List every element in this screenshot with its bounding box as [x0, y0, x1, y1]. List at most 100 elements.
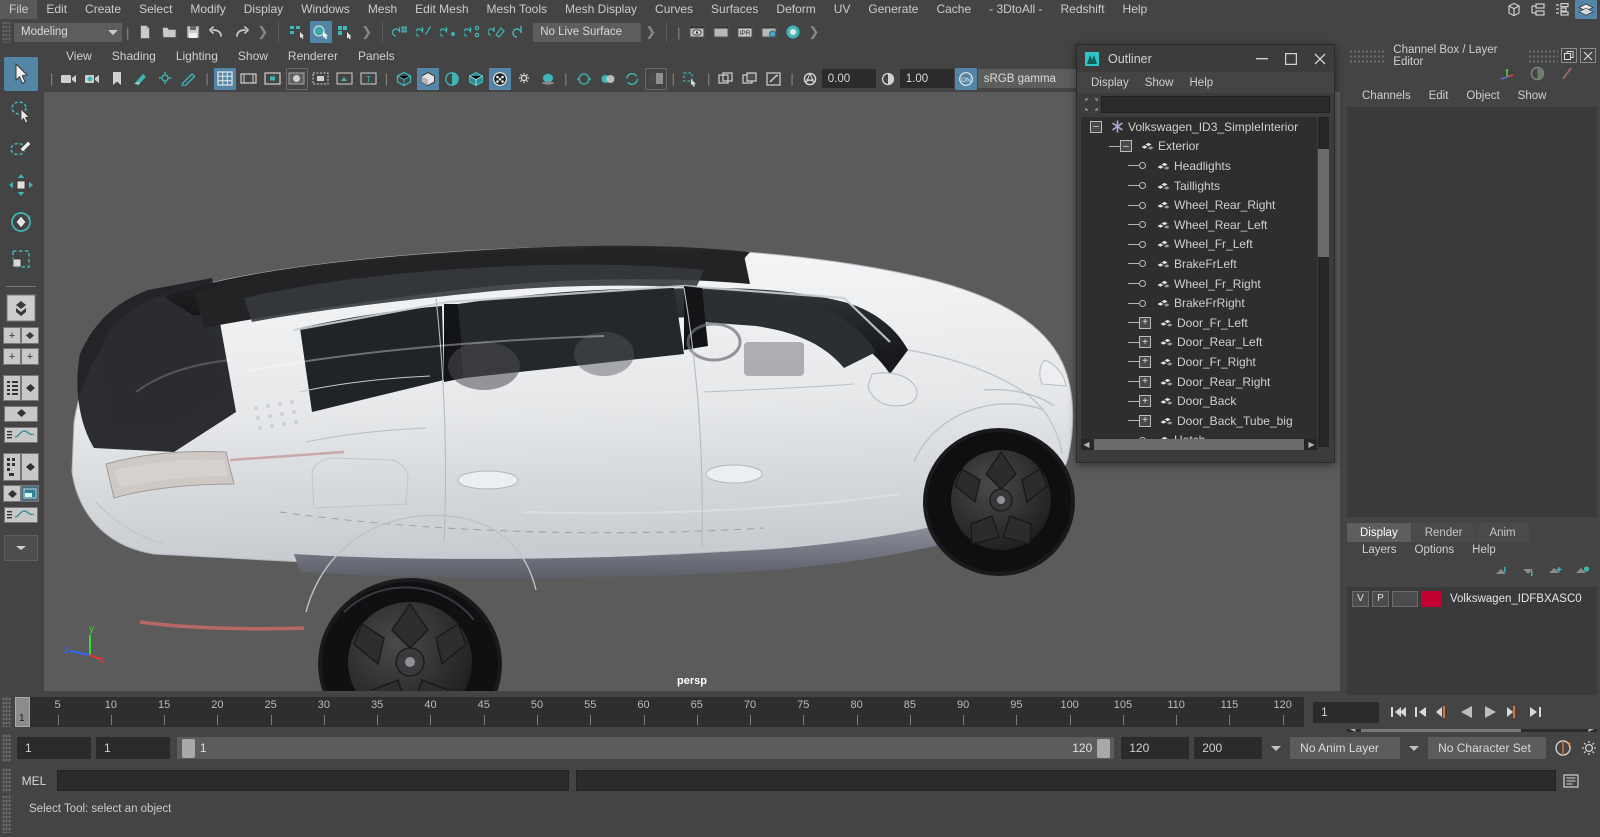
layer-menu-help[interactable]: Help [1463, 544, 1505, 556]
menu-mesh-tools[interactable]: Mesh Tools [478, 0, 556, 19]
snap-to-curve-icon[interactable] [414, 21, 436, 43]
image-plane-icon[interactable] [130, 68, 152, 90]
command-input[interactable] [57, 770, 569, 791]
outliner-item-brakefrright[interactable]: BrakeFrRight [1081, 293, 1317, 313]
menu-help[interactable]: Help [1114, 0, 1157, 19]
menu-surfaces[interactable]: Surfaces [702, 0, 767, 19]
exposure-icon[interactable] [763, 68, 785, 90]
anim-end-time-field[interactable]: 200 [1194, 737, 1263, 759]
snap-to-view-plane-icon[interactable] [510, 21, 532, 43]
render-view-icon[interactable] [686, 21, 708, 43]
snap-to-grid-icon[interactable] [390, 21, 412, 43]
two-d-pan-zoom-icon[interactable] [154, 68, 176, 90]
command-output[interactable] [576, 770, 1556, 791]
menu-redshift[interactable]: Redshift [1052, 0, 1114, 19]
outliner-menu-display[interactable]: Display [1083, 77, 1137, 89]
layer-menu-layers[interactable]: Layers [1353, 544, 1406, 556]
channel-menu-channels[interactable]: Channels [1353, 90, 1420, 102]
safe-action-icon[interactable] [334, 68, 356, 90]
new-scene-icon[interactable] [134, 21, 156, 43]
expand-toggle-icon[interactable]: + [1139, 355, 1151, 368]
exposure-value-field[interactable]: 0.00 [821, 69, 876, 88]
more-layouts-button[interactable] [4, 535, 38, 561]
graph-editor-layout[interactable] [4, 426, 38, 443]
menu-3dtoall[interactable]: - 3DtoAll - [980, 0, 1051, 19]
menu-file[interactable]: File [0, 0, 38, 19]
gate-mask-icon[interactable] [285, 67, 308, 90]
graph-editor-layout-2[interactable] [4, 506, 38, 523]
viewport-menu-renderer[interactable]: Renderer [278, 49, 348, 63]
tree-leaf-node-icon[interactable] [1139, 162, 1146, 170]
time-slider-drag-handle[interactable] [2, 697, 11, 727]
make-live-icon[interactable] [486, 21, 508, 43]
layer-row[interactable]: V P Volkswagen_IDFBXASC0 [1347, 590, 1597, 607]
color-management-toggle-icon[interactable]: ON [954, 67, 977, 90]
move-layer-down-icon[interactable] [1520, 565, 1536, 583]
outliner-item-exterior[interactable]: – Exterior [1081, 137, 1317, 157]
menu-uv[interactable]: UV [825, 0, 860, 19]
collapse-toggle-icon[interactable]: – [1120, 140, 1132, 153]
step-back-frame-icon[interactable] [1410, 700, 1432, 724]
viewport-menu-lighting[interactable]: Lighting [166, 49, 228, 63]
viewport-menu-panels[interactable]: Panels [348, 49, 405, 63]
character-set-chevron-down-icon[interactable] [1409, 745, 1420, 751]
layer-visibility-toggle[interactable]: V [1352, 590, 1369, 607]
outliner-tree[interactable]: – Volkswagen_ID3_SimpleInterior – Exterior H… [1081, 117, 1317, 447]
new-layer-icon[interactable] [1547, 565, 1563, 583]
channel-box-content[interactable] [1347, 107, 1597, 517]
select-by-object-type-icon[interactable] [310, 21, 333, 43]
playback-range-slider[interactable]: 1 120 [176, 737, 1115, 759]
scale-tool[interactable] [4, 242, 38, 276]
collapse-toggle-icon[interactable]: – [1090, 120, 1102, 133]
paint-select-tool[interactable] [4, 131, 38, 165]
ambient-occlusion-icon[interactable] [537, 68, 559, 90]
maximize-button[interactable] [1276, 46, 1305, 71]
outliner-item-door_fr_right[interactable]: + Door_Fr_Right [1081, 352, 1317, 372]
persp-graph-layout[interactable] [4, 405, 38, 422]
shaded-wireframe-icon[interactable] [441, 68, 463, 90]
persp-outliner-layout[interactable] [3, 485, 39, 502]
outliner-item-wheel_fr_left[interactable]: Wheel_Fr_Left [1081, 235, 1317, 255]
select-by-hierarchy-icon[interactable] [286, 21, 308, 43]
tree-leaf-node-icon[interactable] [1139, 201, 1146, 209]
menu-select[interactable]: Select [130, 0, 181, 19]
outliner-vertical-scrollbar[interactable] [1318, 117, 1329, 447]
viewport-menu-shading[interactable]: Shading [102, 49, 166, 63]
close-button[interactable] [1580, 48, 1596, 63]
outliner-item-brakefrleft[interactable]: BrakeFrLeft [1081, 254, 1317, 274]
use-all-lights-icon[interactable] [489, 67, 512, 90]
move-layer-up-icon[interactable] [1493, 565, 1509, 583]
scroll-right-icon[interactable]: ▶ [1306, 440, 1317, 449]
tab-display[interactable]: Display [1347, 523, 1411, 542]
layer-color-swatch[interactable] [1421, 590, 1441, 607]
scroll-left-icon[interactable]: ◀ [1081, 440, 1092, 449]
motion-blur-icon[interactable] [573, 68, 595, 90]
outliner-menu-help[interactable]: Help [1182, 77, 1222, 89]
right-panel-drag-handle[interactable] [1349, 48, 1385, 63]
channel-menu-object[interactable]: Object [1457, 90, 1508, 102]
tree-leaf-node-icon[interactable] [1139, 240, 1146, 248]
menu-cache[interactable]: Cache [927, 0, 980, 19]
gamma-contrast-icon[interactable] [877, 68, 899, 90]
outliner-item-headlights[interactable]: Headlights [1081, 156, 1317, 176]
anim-layer-selector[interactable]: No Anim Layer [1290, 737, 1401, 759]
film-gate-icon[interactable] [238, 68, 260, 90]
outliner-horizontal-scrollbar[interactable]: ◀ ▶ [1081, 439, 1317, 450]
attribute-editor-shortcut-icon[interactable] [1559, 66, 1574, 86]
outliner-vertical-scroll-thumb[interactable] [1318, 149, 1329, 257]
right-panel-drag-handle-2[interactable] [1528, 48, 1558, 63]
menu-mesh[interactable]: Mesh [359, 0, 406, 19]
layer-playback-toggle[interactable]: P [1372, 590, 1389, 607]
attribute-editor-icon[interactable] [1527, 0, 1549, 21]
tree-leaf-node-icon[interactable] [1139, 221, 1146, 229]
outliner-item-door_back[interactable]: + Door_Back [1081, 391, 1317, 411]
command-line-drag-handle[interactable] [2, 768, 11, 793]
menu-generate[interactable]: Generate [859, 0, 927, 19]
go-to-start-icon[interactable] [1387, 700, 1409, 724]
undo-icon[interactable] [206, 21, 228, 43]
range-start-time-field[interactable]: 1 [95, 737, 170, 759]
outliner-search-input[interactable] [1101, 95, 1330, 113]
play-forwards-icon[interactable] [1479, 700, 1501, 724]
menu-mesh-display[interactable]: Mesh Display [556, 0, 646, 19]
statusbar-drag-handle[interactable] [2, 21, 11, 43]
